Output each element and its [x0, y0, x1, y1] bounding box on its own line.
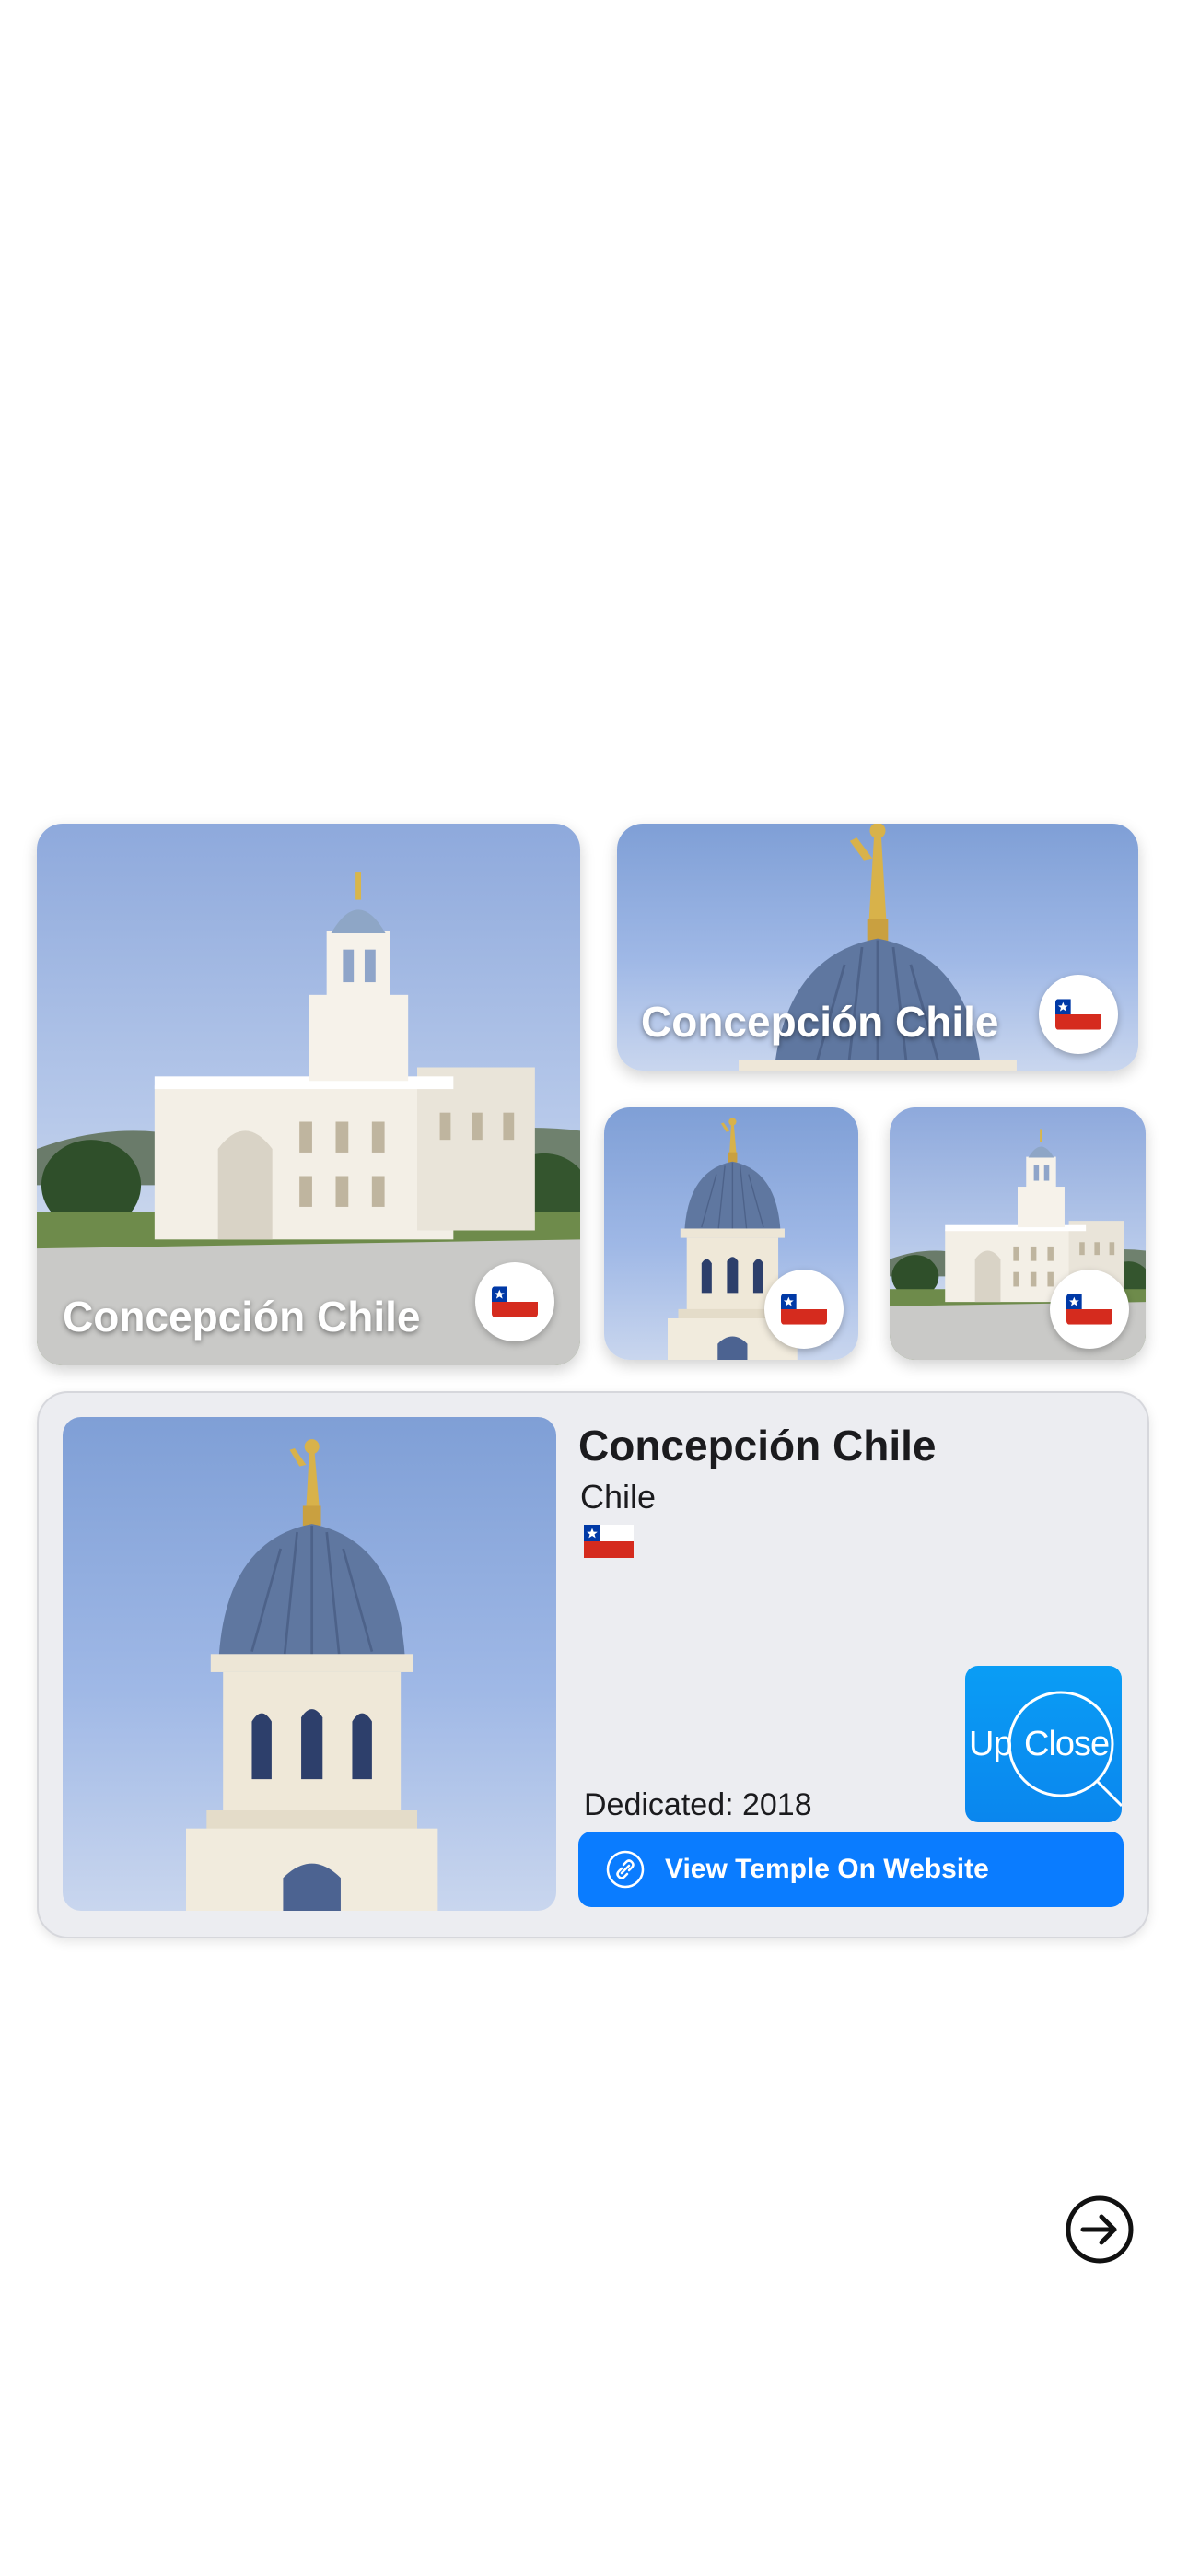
view-on-website-label: View Temple On Website: [665, 1854, 989, 1884]
temple-detail-photo: [63, 1417, 556, 1911]
temple-tile-top-right[interactable]: Concepción Chile: [617, 824, 1138, 1071]
view-on-website-button[interactable]: View Temple On Website: [578, 1832, 1124, 1907]
temple-tile-small-right[interactable]: [890, 1107, 1146, 1360]
temple-country: Chile: [580, 1478, 657, 1516]
chile-flag-icon: [764, 1270, 844, 1349]
upclose-button[interactable]: Up Close: [965, 1666, 1122, 1822]
dedicated-year: Dedicated: 2018: [584, 1787, 812, 1822]
magnifier-icon: [1007, 1691, 1122, 1808]
chile-flag-icon: [1050, 1270, 1129, 1349]
chile-flag-icon: [1039, 975, 1118, 1054]
temple-tile-small-left[interactable]: [604, 1107, 858, 1360]
temple-name: Concepción Chile: [578, 1422, 937, 1469]
temple-detail-card: Concepción Chile Chile Up Close Dedicate…: [37, 1391, 1149, 1938]
tile-title: Concepción Chile: [641, 998, 999, 1046]
temple-tile-large[interactable]: Concepción Chile: [37, 824, 580, 1365]
link-icon: [606, 1850, 645, 1889]
tile-title: Concepción Chile: [63, 1293, 421, 1341]
arrow-right-circle-icon[interactable]: [1065, 2195, 1135, 2265]
chile-flag-icon: [475, 1262, 554, 1341]
chile-flag-icon: [584, 1524, 634, 1559]
